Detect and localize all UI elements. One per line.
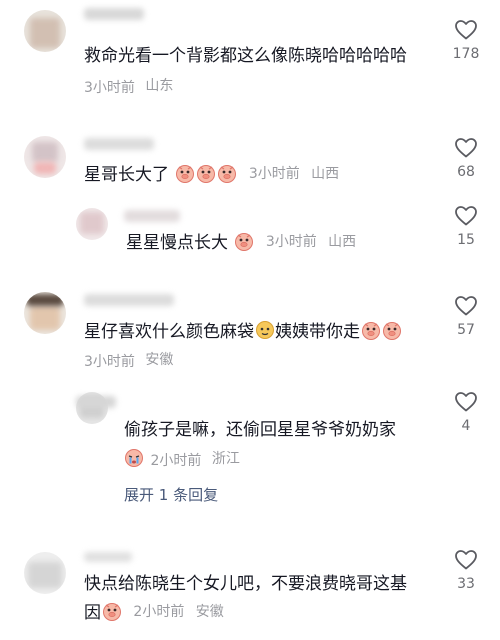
like-button[interactable]: 57 — [446, 294, 486, 339]
expand-replies-link[interactable]: 展开 1 条回复 — [124, 484, 218, 505]
comment-text: 星哥长大了 3小时前 山西 — [84, 162, 339, 187]
reply-like-count: 15 — [457, 232, 475, 248]
like-count: 57 — [457, 322, 475, 338]
username-blurred[interactable] — [84, 294, 174, 306]
smiling-face-emoji-icon — [255, 320, 275, 340]
username-blurred[interactable] — [84, 8, 144, 20]
username-blurred[interactable] — [84, 138, 154, 150]
reply-username-blurred[interactable] — [124, 210, 180, 222]
heart-outline-icon — [455, 206, 477, 226]
avatar[interactable] — [24, 136, 66, 178]
reply-text: 偷孩子是嘛，还偷回星星爷爷奶奶家 — [124, 420, 396, 440]
like-count: 68 — [457, 164, 475, 180]
like-count: 33 — [457, 576, 475, 592]
avatar[interactable] — [24, 10, 66, 52]
reply-text-content: 星星慢点长大 — [126, 233, 228, 253]
reply-like-button[interactable]: 15 — [446, 204, 486, 249]
reply-avatar[interactable] — [76, 208, 108, 240]
reply-meta: 2小时前 浙江 — [124, 448, 240, 471]
like-button[interactable]: 33 — [446, 548, 486, 593]
pig-face-emoji-icon — [176, 164, 195, 183]
like-count: 178 — [452, 46, 480, 62]
reply-time: 2小时前 — [150, 453, 202, 469]
comment-text-line-2: 因 2小时前 安徽 — [84, 600, 224, 625]
reply-username-blurred[interactable] — [76, 396, 116, 408]
comment-text-part-a: 星仔喜欢什么颜色麻袋 — [84, 322, 254, 342]
comment-location: 山西 — [311, 166, 340, 182]
avatar[interactable] — [24, 292, 66, 334]
pig-face-emoji-icon — [235, 232, 254, 251]
comment-location: 山东 — [145, 78, 174, 94]
comment-meta: 3小时前 山东 — [84, 76, 173, 98]
comment-time: 2小时前 — [133, 604, 185, 620]
comment-text-content: 星哥长大了 — [84, 165, 169, 185]
like-button[interactable]: 178 — [446, 18, 486, 63]
comment-time: 3小时前 — [248, 166, 300, 182]
avatar[interactable] — [24, 552, 66, 594]
reply-text: 星星慢点长大 3小时前 山西 — [126, 230, 356, 255]
pig-face-emoji-icon — [361, 321, 381, 340]
username-blurred[interactable] — [84, 552, 132, 562]
like-button[interactable]: 68 — [446, 136, 486, 181]
reply-like-count: 4 — [461, 418, 471, 434]
reply-like-button[interactable]: 4 — [446, 390, 486, 435]
pig-face-emoji-icon — [218, 164, 237, 183]
comment-location: 安徽 — [195, 604, 224, 620]
comment-text-line-1: 快点给陈晓生个女儿吧，不要浪费晓哥这基 — [84, 574, 407, 594]
pig-face-emoji-icon — [102, 602, 122, 621]
heart-outline-icon — [455, 138, 477, 158]
reply-location: 山西 — [328, 234, 357, 250]
comment-text: 救命光看一个背影都这么像陈晓哈哈哈哈哈 — [84, 46, 407, 66]
comment-location: 安徽 — [145, 352, 174, 368]
pig-face-emoji-icon — [382, 321, 402, 340]
comment-text: 星仔喜欢什么颜色麻袋 姨姨带你走 — [84, 320, 402, 344]
comment-time: 3小时前 — [84, 80, 135, 96]
crying-face-emoji-icon — [124, 448, 144, 468]
heart-outline-icon — [455, 550, 477, 570]
pig-face-emoji-icon — [197, 164, 216, 183]
heart-outline-icon — [455, 296, 477, 316]
heart-outline-icon — [455, 20, 477, 40]
heart-outline-icon — [455, 392, 477, 412]
comment-time: 3小时前 — [84, 354, 135, 370]
reply-time: 3小时前 — [265, 234, 317, 250]
comment-text-line-2-content: 因 — [84, 603, 101, 623]
comment-text-part-b: 姨姨带你走 — [275, 322, 360, 342]
comment-meta: 3小时前 安徽 — [84, 350, 173, 372]
reply-location: 浙江 — [211, 451, 240, 467]
